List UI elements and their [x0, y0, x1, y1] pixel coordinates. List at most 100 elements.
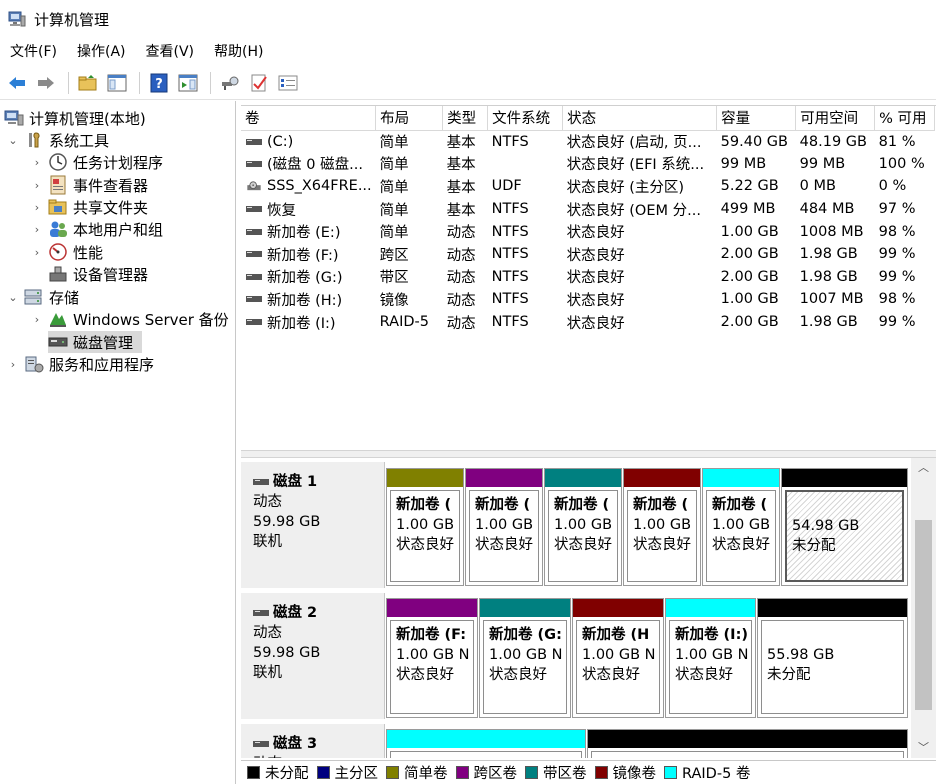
- scroll-thumb[interactable]: [915, 520, 932, 710]
- column-header-capacity[interactable]: 容量: [716, 106, 797, 131]
- tree-label: 事件查看器: [73, 176, 149, 195]
- menu-help[interactable]: 帮助(H): [204, 38, 273, 66]
- tree-label: 存储: [49, 288, 80, 307]
- tree-item-storage[interactable]: ⌄ 存储: [6, 286, 79, 308]
- partition[interactable]: 新加卷 (H 1.00 GB N 状态良好: [572, 598, 664, 718]
- partition[interactable]: 新加卷 (I:) 1.00 GB N 状态良好: [665, 598, 756, 718]
- volume-capacity: 1.00 GB: [720, 223, 779, 240]
- partition-unallocated[interactable]: 54.98 GB 未分配: [781, 468, 908, 586]
- volume-layout: 简单: [379, 135, 409, 152]
- table-row[interactable]: 恢复 简单 基本 NTFS 状态良好 (OEM 分... 499 MB 484 …: [241, 198, 935, 221]
- partition-color-bar: [758, 599, 907, 617]
- table-row[interactable]: 新加卷 (H:) 镜像 动态 NTFS 状态良好 1.00 GB 1007 MB…: [241, 288, 935, 311]
- tree-item-shared-folders[interactable]: › 共享文件夹: [30, 196, 148, 218]
- tree-item-services-apps[interactable]: › 服务和应用程序: [6, 353, 154, 375]
- tree-item-device-manager[interactable]: 设备管理器: [30, 263, 148, 285]
- disk-map: 磁盘 1 动态 59.98 GB 联机 新加卷 (1.00 GB 状态良好 新加卷…: [241, 458, 911, 758]
- chevron-down-icon[interactable]: ⌄: [6, 291, 20, 304]
- partition-unallocated[interactable]: 55.98 GB 未分配: [757, 598, 908, 718]
- tree-item-task-scheduler[interactable]: › 任务计划程序: [30, 151, 163, 173]
- volume-filesystem: NTFS: [491, 133, 529, 150]
- disk-label[interactable]: 磁盘 1 动态 59.98 GB 联机: [241, 462, 385, 588]
- check-button[interactable]: [246, 70, 272, 96]
- disk-label[interactable]: 磁盘 3 动态: [241, 724, 385, 758]
- partition-unallocated[interactable]: [587, 729, 908, 758]
- partition[interactable]: 新加卷 (F: 1.00 GB N 状态良好: [386, 598, 478, 718]
- table-row[interactable]: 新加卷 (G:) 带区 动态 NTFS 状态良好 2.00 GB 1.98 GB…: [241, 266, 935, 289]
- tree-item-performance[interactable]: › 性能: [30, 241, 103, 263]
- back-button[interactable]: [4, 70, 30, 96]
- table-row[interactable]: 新加卷 (I:) RAID-5 动态 NTFS 状态良好 2.00 GB 1.9…: [241, 311, 935, 334]
- show-hide-tree-button[interactable]: [104, 70, 130, 96]
- clock-icon: [48, 152, 68, 172]
- disk-label[interactable]: 磁盘 2 动态 59.98 GB 联机: [241, 593, 385, 719]
- tree-label: 性能: [73, 243, 104, 262]
- table-row[interactable]: (C:) 简单 基本 NTFS 状态良好 (启动, 页... 59.40 GB …: [241, 130, 935, 153]
- partition-name: [792, 496, 902, 516]
- volume-percent-free: 0 %: [878, 178, 907, 195]
- column-header-type[interactable]: 类型: [442, 106, 489, 131]
- volume-filesystem: NTFS: [491, 314, 529, 331]
- volume-name: 新加卷 (G:): [267, 270, 343, 287]
- table-row[interactable]: (磁盘 0 磁盘... 简单 基本 状态良好 (EFI 系统... 99 MB …: [241, 153, 935, 176]
- chevron-down-icon[interactable]: ⌄: [6, 134, 20, 147]
- properties-button[interactable]: [275, 70, 301, 96]
- table-row[interactable]: 新加卷 (F:) 跨区 动态 NTFS 状态良好 2.00 GB 1.98 GB…: [241, 243, 935, 266]
- chevron-right-icon[interactable]: ›: [30, 223, 44, 236]
- action-pane-button[interactable]: [175, 70, 201, 96]
- chevron-right-icon[interactable]: ›: [30, 156, 44, 169]
- partition[interactable]: 新加卷 (1.00 GB 状态良好: [623, 468, 701, 586]
- chevron-right-icon[interactable]: ›: [6, 358, 20, 371]
- connect-button[interactable]: [217, 70, 243, 96]
- chevron-right-icon[interactable]: ›: [30, 246, 44, 259]
- chevron-right-icon[interactable]: ›: [30, 179, 44, 192]
- column-header-status[interactable]: 状态: [562, 106, 718, 131]
- partition[interactable]: 新加卷 (1.00 GB 状态良好: [386, 468, 464, 586]
- column-header-layout[interactable]: 布局: [375, 106, 444, 131]
- scroll-down-icon[interactable]: ﹀: [911, 738, 936, 758]
- tree-label: 计算机管理(本地): [29, 109, 146, 128]
- tree-item-root[interactable]: 计算机管理(本地): [4, 107, 146, 129]
- partition[interactable]: 新加卷 (1.00 GB 状态良好: [465, 468, 543, 586]
- pane-splitter[interactable]: [241, 450, 936, 458]
- disk-row-3: 磁盘 3 动态: [241, 724, 911, 758]
- menu-file[interactable]: 文件(F): [0, 38, 67, 66]
- partition-name: 新加卷 (: [475, 497, 531, 513]
- menu-view[interactable]: 查看(V): [136, 38, 205, 66]
- partition[interactable]: [386, 729, 586, 758]
- chevron-right-icon[interactable]: ›: [30, 313, 44, 326]
- disk-map-scrollbar[interactable]: ︿ ﹀: [911, 458, 936, 758]
- partition-status: 状态良好: [396, 667, 454, 683]
- services-icon: [24, 354, 44, 374]
- tree-item-local-users[interactable]: › 本地用户和组: [30, 218, 163, 240]
- partition[interactable]: 新加卷 (1.00 GB 状态良好: [544, 468, 622, 586]
- column-header-volume[interactable]: 卷: [241, 106, 377, 131]
- up-level-button[interactable]: [75, 70, 101, 96]
- column-header-percent-free[interactable]: % 可用: [874, 106, 936, 131]
- table-row[interactable]: SSS_X64FRE... 简单 基本 UDF 状态良好 (主分区) 5.22 …: [241, 175, 935, 198]
- partition[interactable]: 新加卷 (G: 1.00 GB N 状态良好: [479, 598, 571, 718]
- shared-folder-icon: [48, 197, 68, 217]
- tree-item-disk-management[interactable]: 磁盘管理: [48, 331, 142, 353]
- forward-button[interactable]: [33, 70, 59, 96]
- title-bar: 计算机管理: [0, 0, 936, 38]
- tree-item-event-viewer[interactable]: › 事件查看器: [30, 174, 148, 196]
- tree-item-system-tools[interactable]: ⌄ 系统工具: [6, 129, 109, 151]
- column-header-filesystem[interactable]: 文件系统: [487, 106, 564, 131]
- partition[interactable]: 新加卷 (1.00 GB 状态良好: [702, 468, 780, 586]
- partition-color-bar: [782, 469, 907, 487]
- chevron-right-icon[interactable]: ›: [30, 201, 44, 214]
- volume-status: 状态良好 (EFI 系统...: [566, 157, 705, 174]
- column-header-free-space[interactable]: 可用空间: [795, 106, 876, 131]
- tree-label: 服务和应用程序: [49, 355, 155, 374]
- disk-name: 磁盘 2: [273, 605, 318, 621]
- toolbar: ?: [0, 66, 936, 100]
- scroll-up-icon[interactable]: ︿: [911, 458, 936, 478]
- partition-color-bar: [480, 599, 570, 617]
- help-icon: ?: [150, 73, 168, 92]
- menu-action[interactable]: 操作(A): [67, 38, 136, 66]
- help-button[interactable]: ?: [146, 70, 172, 96]
- table-row[interactable]: 新加卷 (E:) 简单 动态 NTFS 状态良好 1.00 GB 1008 MB…: [241, 220, 935, 243]
- tree-item-windows-backup[interactable]: › Windows Server 备份: [30, 308, 229, 330]
- volume-capacity: 1.00 GB: [720, 291, 779, 308]
